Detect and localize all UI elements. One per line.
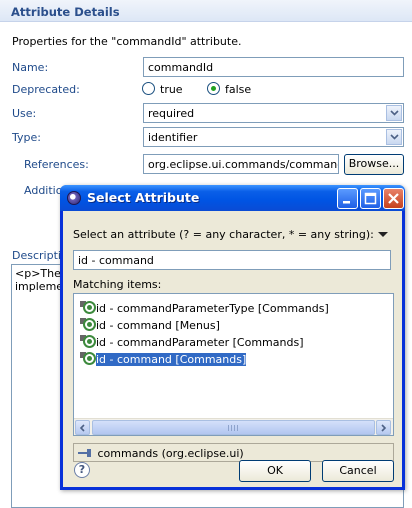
select-attribute-dialog: Select Attribute Select an attribute (? …: [60, 185, 405, 490]
maximize-button[interactable]: [360, 188, 381, 209]
help-icon[interactable]: ?: [74, 462, 90, 478]
type-label: Type:: [12, 131, 41, 144]
use-combo[interactable]: required: [143, 103, 404, 123]
deprecated-false-radio[interactable]: [207, 82, 220, 95]
chevron-right-icon: [381, 423, 387, 432]
scroll-left-button[interactable]: [75, 420, 90, 435]
use-combo-chevron-down-icon[interactable]: [386, 105, 402, 121]
attribute-icon: [80, 318, 96, 332]
deprecated-true-label: true: [160, 83, 183, 96]
close-icon: [388, 193, 399, 204]
ok-button[interactable]: OK: [239, 460, 311, 482]
minimize-icon: [343, 201, 350, 204]
horizontal-scrollbar[interactable]: [74, 418, 393, 435]
browse-button[interactable]: Browse...: [344, 154, 404, 175]
dialog-client: Select an attribute (? = any character, …: [63, 211, 402, 487]
references-label: References:: [24, 158, 89, 171]
matching-items-label: Matching items:: [73, 278, 162, 291]
section-description: Properties for the "commandId" attribute…: [12, 35, 242, 48]
attribute-icon: [80, 301, 96, 315]
list-item[interactable]: id - commandParameter [Commands]: [80, 335, 307, 350]
attribute-icon: [80, 352, 96, 366]
use-combo-value: required: [148, 107, 195, 120]
eclipse-icon: [67, 191, 81, 205]
minimize-button[interactable]: [337, 188, 358, 209]
dialog-title: Select Attribute: [87, 190, 200, 205]
deprecated-label: Deprecated:: [12, 83, 80, 96]
attribute-icon: [80, 335, 96, 349]
name-label: Name:: [12, 61, 49, 74]
deprecated-true-radio[interactable]: [142, 82, 155, 95]
filter-prompt: Select an attribute (? = any character, …: [73, 228, 374, 241]
additional-label: Additio: [24, 184, 63, 197]
view-menu-icon[interactable]: [378, 232, 388, 237]
close-button[interactable]: [383, 188, 404, 209]
section-title: Attribute Details: [11, 5, 120, 19]
name-field[interactable]: commandId: [143, 57, 404, 77]
chevron-left-icon: [79, 423, 85, 432]
list-item[interactable]: id - command [Menus]: [80, 318, 224, 333]
scroll-right-button[interactable]: [376, 420, 391, 435]
scroll-thumb[interactable]: [92, 420, 375, 435]
use-label: Use:: [12, 107, 37, 120]
plugin-icon: [78, 449, 94, 457]
type-combo[interactable]: identifier: [143, 127, 404, 147]
plugin-status-text: commands (org.eclipse.ui): [97, 447, 244, 460]
cancel-button[interactable]: Cancel: [322, 460, 394, 482]
list-item-selected[interactable]: id - command [Commands]: [80, 352, 250, 367]
references-field[interactable]: org.eclipse.ui.commands/command/@id: [143, 154, 339, 174]
filter-input[interactable]: id - command: [73, 250, 391, 270]
type-combo-chevron-down-icon[interactable]: [386, 129, 402, 145]
list-item[interactable]: id - commandParameterType [Commands]: [80, 301, 333, 316]
deprecated-false-label: false: [225, 83, 252, 96]
section-header: Attribute Details: [0, 0, 412, 22]
dialog-titlebar[interactable]: Select Attribute: [60, 185, 405, 211]
type-combo-value: identifier: [148, 131, 198, 144]
maximize-icon: [364, 192, 377, 205]
matching-items-list[interactable]: id - commandParameterType [Commands] id …: [73, 293, 394, 436]
